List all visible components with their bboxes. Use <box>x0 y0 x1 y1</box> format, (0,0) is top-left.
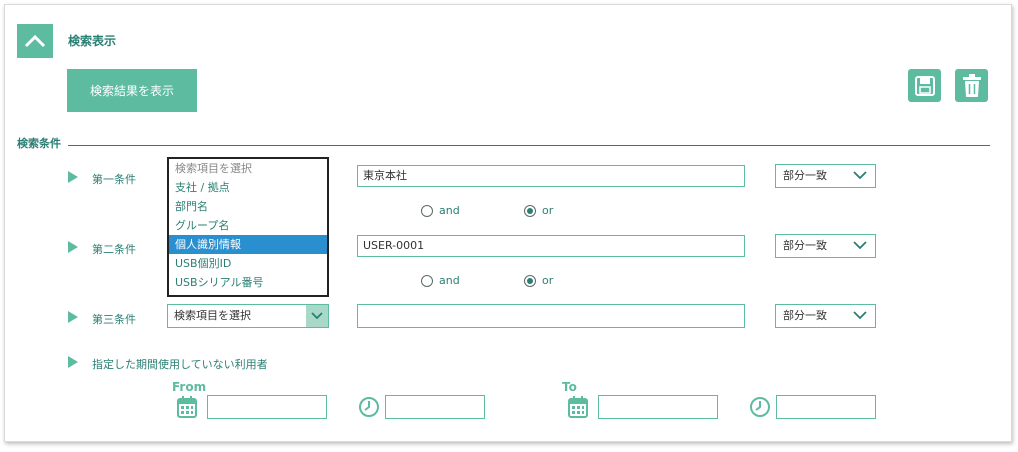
radio-and-label: and <box>439 204 460 217</box>
radio-or-label: or <box>542 204 554 217</box>
logic-or-2[interactable]: or <box>524 274 553 287</box>
field-select-toggle[interactable] <box>306 305 328 327</box>
logic-or-1[interactable]: or <box>524 204 553 217</box>
condition-label-3: 第三条件 <box>92 313 136 326</box>
radio-and-label: and <box>439 274 460 287</box>
from-label: From <box>172 380 207 394</box>
field-select-3[interactable]: 検索項目を選択 <box>167 304 329 328</box>
collapse-button[interactable] <box>17 24 53 58</box>
show-results-button[interactable]: 検索結果を表示 <box>67 69 197 112</box>
triangle-right-icon <box>68 356 78 368</box>
match-select-3[interactable]: 部分一致 <box>775 304 876 328</box>
triangle-right-icon <box>68 171 78 183</box>
chevron-up-icon <box>24 34 46 48</box>
period-label: 指定した期間使用していない利用者 <box>92 358 268 371</box>
match-select-value: 部分一致 <box>783 239 827 252</box>
section-label: 検索条件 <box>17 137 61 150</box>
triangle-right-icon <box>68 241 78 253</box>
chevron-down-icon <box>853 311 867 320</box>
calendar-icon[interactable] <box>177 396 197 422</box>
condition-label-1: 第一条件 <box>92 173 136 186</box>
condition-value-3[interactable] <box>357 304 745 328</box>
from-date-input[interactable] <box>207 395 327 419</box>
logic-and-2[interactable]: and <box>421 274 460 287</box>
radio-or-1[interactable] <box>524 204 536 217</box>
condition-value-2[interactable]: USER-0001 <box>357 235 745 257</box>
condition-label-2: 第二条件 <box>92 243 136 256</box>
from-time-input[interactable] <box>385 395 485 419</box>
save-icon <box>914 75 935 96</box>
panel-title: 検索表示 <box>68 34 117 48</box>
dropdown-option[interactable]: USBシリアル番号 <box>169 273 327 292</box>
to-label: To <box>562 380 577 394</box>
match-select-2[interactable]: 部分一致 <box>775 234 876 258</box>
logic-and-1[interactable]: and <box>421 204 460 217</box>
dropdown-option-selected[interactable]: 個人識別情報 <box>169 235 327 254</box>
trash-icon <box>962 73 981 97</box>
save-button[interactable] <box>908 69 941 102</box>
field-select-value: 検索項目を選択 <box>174 309 251 322</box>
radio-or-label: or <box>542 274 554 287</box>
dropdown-option[interactable]: USB個別ID <box>169 254 327 273</box>
triangle-right-icon <box>68 311 78 323</box>
clock-icon[interactable] <box>749 396 771 422</box>
calendar-icon[interactable] <box>568 396 588 422</box>
dropdown-option[interactable]: グループ名 <box>169 216 327 235</box>
dropdown-option[interactable]: 部門名 <box>169 197 327 216</box>
to-time-input[interactable] <box>776 395 876 419</box>
field-dropdown-list: 検索項目を選択 支社 / 拠点 部門名 グループ名 個人識別情報 USB個別ID… <box>167 157 329 297</box>
radio-and-2[interactable] <box>421 274 433 287</box>
chevron-down-icon <box>853 171 867 180</box>
radio-and-1[interactable] <box>421 204 433 217</box>
dropdown-option[interactable]: 支社 / 拠点 <box>169 178 327 197</box>
match-select-value: 部分一致 <box>783 309 827 322</box>
delete-button[interactable] <box>955 69 988 102</box>
chevron-down-icon <box>853 241 867 250</box>
match-select-1[interactable]: 部分一致 <box>775 164 876 188</box>
condition-value-1[interactable]: 東京本社 <box>357 165 745 187</box>
dropdown-option[interactable]: 検索項目を選択 <box>169 159 327 178</box>
match-select-value: 部分一致 <box>783 169 827 182</box>
section-divider <box>68 145 990 146</box>
clock-icon[interactable] <box>358 396 380 422</box>
radio-or-2[interactable] <box>524 274 536 287</box>
chevron-down-icon <box>311 312 323 320</box>
to-date-input[interactable] <box>598 395 718 419</box>
